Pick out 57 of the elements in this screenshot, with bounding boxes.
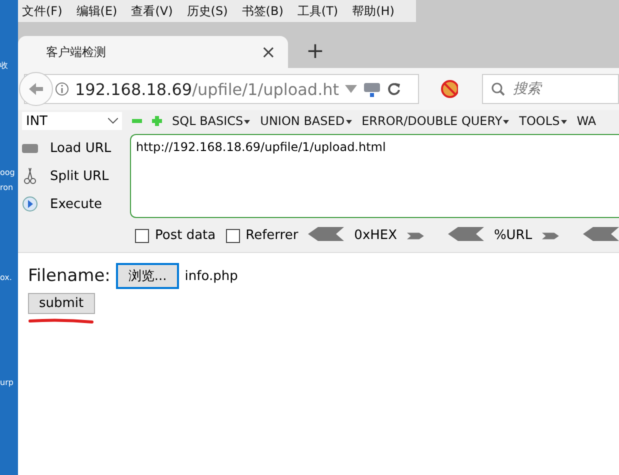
filename-label: Filename:: [28, 266, 110, 286]
checkbox-label: Referrer: [246, 228, 298, 243]
url-text: 192.168.18.69/upfile/1/upload.ht: [75, 80, 340, 98]
close-tab-button[interactable]: ×: [260, 42, 276, 62]
menu-item[interactable]: 书签(B): [242, 2, 284, 20]
scissors-icon: [22, 168, 38, 184]
network-drive-icon[interactable]: [363, 81, 382, 97]
search-icon: [490, 82, 505, 96]
submit-button[interactable]: submit: [28, 293, 95, 314]
left-arrow-icon[interactable]: [308, 227, 344, 241]
info-icon: [55, 82, 69, 96]
type-select[interactable]: INT: [22, 112, 122, 130]
desktop-icon-label: urp: [0, 378, 14, 387]
hackbar-menu[interactable]: TOOLS: [519, 114, 567, 128]
back-arrow-icon: [28, 82, 44, 96]
desktop-icon-label: 收: [0, 61, 8, 70]
underline-mark: [28, 318, 94, 324]
encoder-label: %URL: [494, 228, 532, 243]
browse-button[interactable]: 浏览...: [116, 263, 179, 289]
checkbox-label: Post data: [155, 228, 216, 243]
hackbar-menu[interactable]: ERROR/DOUBLE QUERY: [362, 114, 510, 128]
file-name: info.php: [184, 268, 238, 284]
browser-tab[interactable]: 客户端检测 ×: [18, 36, 288, 68]
new-tab-button[interactable]: +: [306, 39, 324, 64]
menu-item[interactable]: 编辑(E): [76, 2, 118, 20]
left-arrow-icon[interactable]: [583, 227, 619, 241]
back-button[interactable]: [19, 72, 53, 106]
desktop-icon-label: oog: [0, 168, 15, 177]
caret-icon: [503, 120, 510, 124]
dropdown-caret-icon[interactable]: [345, 85, 358, 93]
hackbar-menu[interactable]: SQL BASICS: [172, 114, 250, 128]
caret-icon: [346, 120, 352, 124]
hackbar-action-button[interactable]: Execute: [22, 194, 122, 214]
desktop-icon-label: ox.: [0, 273, 12, 282]
hackbar-action-button[interactable]: Split URL: [22, 166, 122, 186]
play-icon: [22, 196, 38, 212]
desktop-icon-label: ron: [0, 183, 14, 192]
reload-icon[interactable]: [387, 82, 402, 96]
menu-item[interactable]: 查看(V): [131, 2, 173, 20]
caret-icon: [244, 120, 250, 124]
menu-item[interactable]: 历史(S): [186, 2, 228, 20]
caret-icon: [108, 118, 118, 124]
tab-title: 客户端检测: [46, 44, 106, 60]
checkbox[interactable]: [135, 228, 149, 242]
checkbox[interactable]: [226, 228, 240, 242]
encoder-label: 0xHEX: [354, 228, 398, 243]
search-field[interactable]: 搜索: [482, 74, 619, 104]
hackbar-menu[interactable]: WA: [576, 114, 596, 128]
menu-item[interactable]: 帮助(H): [352, 2, 394, 20]
menu-item[interactable]: 工具(T): [297, 2, 338, 20]
menu-item[interactable]: 文件(F): [22, 2, 62, 20]
blocked-icon[interactable]: [441, 80, 458, 98]
caret-icon: [560, 120, 567, 124]
hackbar-menu[interactable]: UNION BASED: [260, 114, 352, 128]
hackbar-action-button[interactable]: Load URL: [22, 138, 122, 158]
url-input[interactable]: http://192.168.18.69/upfile/1/upload.html: [130, 134, 619, 218]
left-arrow-icon[interactable]: [448, 227, 484, 241]
